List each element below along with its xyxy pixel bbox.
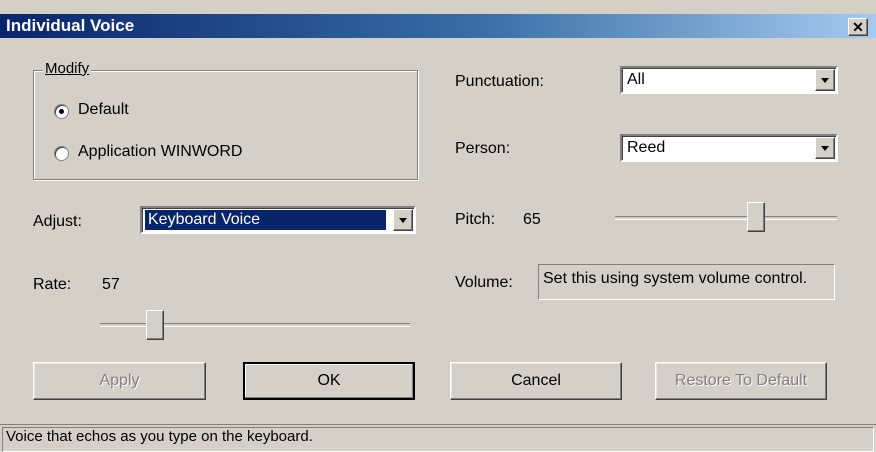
volume-info-box: Set this using system volume control.: [538, 264, 835, 300]
restore-default-button[interactable]: Restore To Default: [655, 362, 827, 400]
adjust-value: Keyboard Voice: [145, 210, 386, 230]
punctuation-select[interactable]: All: [620, 66, 838, 94]
rate-value: 57: [102, 276, 120, 293]
pitch-value: 65: [523, 211, 541, 228]
radio-application[interactable]: [54, 146, 69, 161]
rate-slider-thumb[interactable]: [146, 310, 164, 340]
punctuation-value: All: [627, 71, 645, 88]
punctuation-label: Punctuation:: [455, 73, 544, 90]
title-bar: Individual Voice: [0, 0, 876, 38]
radio-default[interactable]: [54, 104, 69, 119]
pitch-slider-track[interactable]: [615, 216, 837, 220]
person-value: Reed: [627, 139, 666, 156]
rate-label: Rate:: [33, 276, 72, 293]
volume-label: Volume:: [455, 274, 513, 291]
pitch-slider-thumb[interactable]: [747, 202, 765, 232]
modify-legend: Modify: [43, 60, 92, 77]
radio-default-label[interactable]: Default: [78, 101, 129, 119]
volume-info-text: Set this using system volume control.: [543, 270, 808, 287]
apply-button[interactable]: Apply: [33, 362, 206, 400]
radio-selected-dot: [59, 109, 64, 114]
chevron-down-icon[interactable]: [815, 69, 835, 91]
chevron-down-icon[interactable]: [393, 209, 413, 231]
adjust-select[interactable]: Keyboard Voice: [140, 206, 416, 234]
status-bar: Voice that echos as you type on the keyb…: [0, 424, 876, 452]
modify-groupbox: [33, 70, 418, 180]
radio-application-label[interactable]: Application WINWORD: [78, 143, 242, 161]
chevron-down-icon[interactable]: [815, 137, 835, 159]
close-icon: ✕: [852, 19, 864, 35]
person-select[interactable]: Reed: [620, 134, 838, 162]
modify-legend-text: Modify: [45, 60, 90, 77]
adjust-label: Adjust:: [33, 213, 82, 230]
cancel-button[interactable]: Cancel: [450, 362, 622, 400]
ok-button[interactable]: OK: [243, 362, 415, 400]
pitch-label: Pitch:: [455, 211, 496, 228]
window-title: Individual Voice: [6, 16, 135, 35]
close-button[interactable]: ✕: [848, 18, 868, 36]
person-label: Person:: [455, 140, 511, 157]
status-text: Voice that echos as you type on the keyb…: [6, 428, 313, 445]
